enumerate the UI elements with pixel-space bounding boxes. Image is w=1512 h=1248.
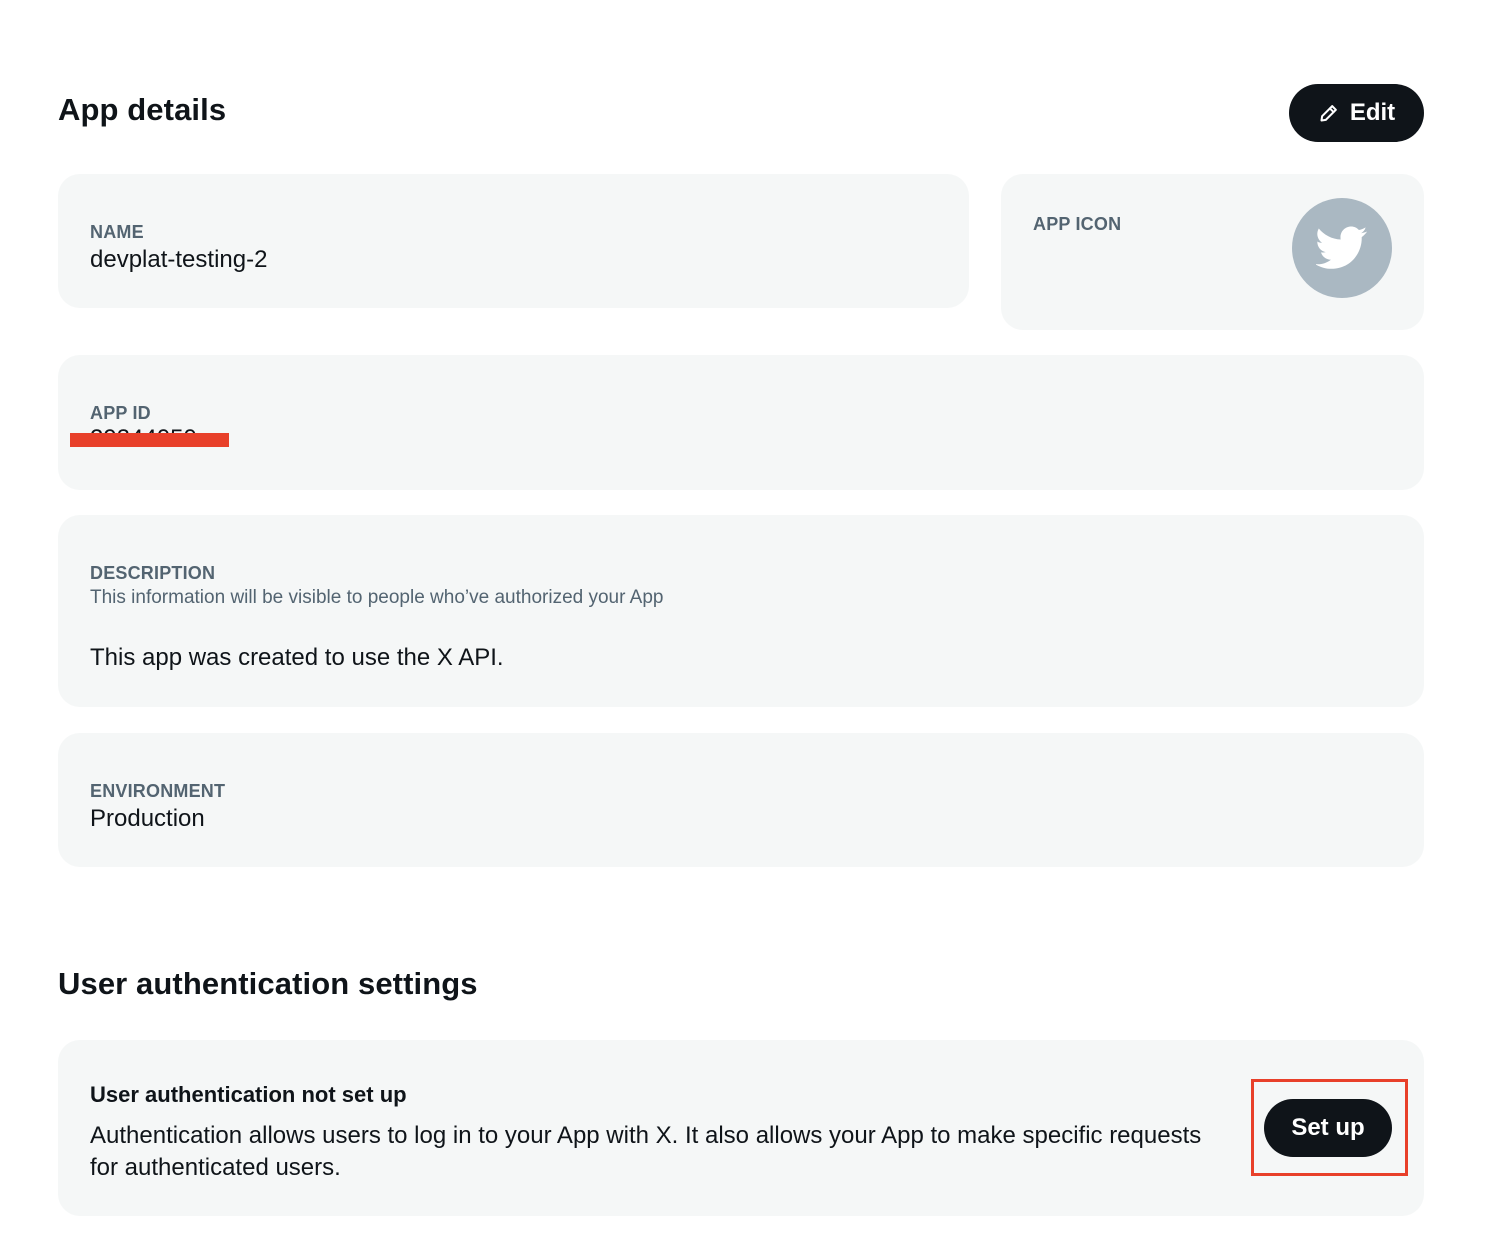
twitter-bird-icon xyxy=(1316,226,1368,270)
pencil-icon xyxy=(1318,102,1340,124)
edit-button[interactable]: Edit xyxy=(1289,84,1424,142)
description-label: DESCRIPTION xyxy=(90,563,216,583)
user-auth-status-description: Authentication allows users to log in to… xyxy=(90,1122,1202,1181)
app-icon-label: APP ICON xyxy=(1033,214,1122,234)
environment-card: ENVIRONMENT Production xyxy=(58,733,1424,867)
name-label: NAME xyxy=(90,222,144,242)
description-card: DESCRIPTION This information will be vis… xyxy=(58,515,1424,707)
app-id-card: APP ID 29344050 xyxy=(58,355,1424,490)
user-auth-title: User authentication settings xyxy=(58,966,478,1001)
user-auth-card: User authentication not set up Authentic… xyxy=(58,1040,1424,1216)
app-icon-avatar[interactable] xyxy=(1292,198,1392,298)
name-card: NAME devplat-testing-2 xyxy=(58,174,969,308)
description-value: This app was created to use the X API. xyxy=(90,644,504,671)
setup-button[interactable]: Set up xyxy=(1264,1099,1392,1157)
edit-button-label: Edit xyxy=(1349,99,1396,126)
redaction-bar xyxy=(70,433,229,447)
app-id-label: APP ID xyxy=(90,403,151,423)
name-value: devplat-testing-2 xyxy=(90,246,268,273)
description-hint: This information will be visible to peop… xyxy=(90,587,664,608)
environment-value: Production xyxy=(90,805,205,832)
app-details-title: App details xyxy=(58,92,227,127)
environment-label: ENVIRONMENT xyxy=(90,781,226,801)
app-icon-card: APP ICON xyxy=(1001,174,1424,330)
user-auth-status-title: User authentication not set up xyxy=(90,1082,407,1107)
